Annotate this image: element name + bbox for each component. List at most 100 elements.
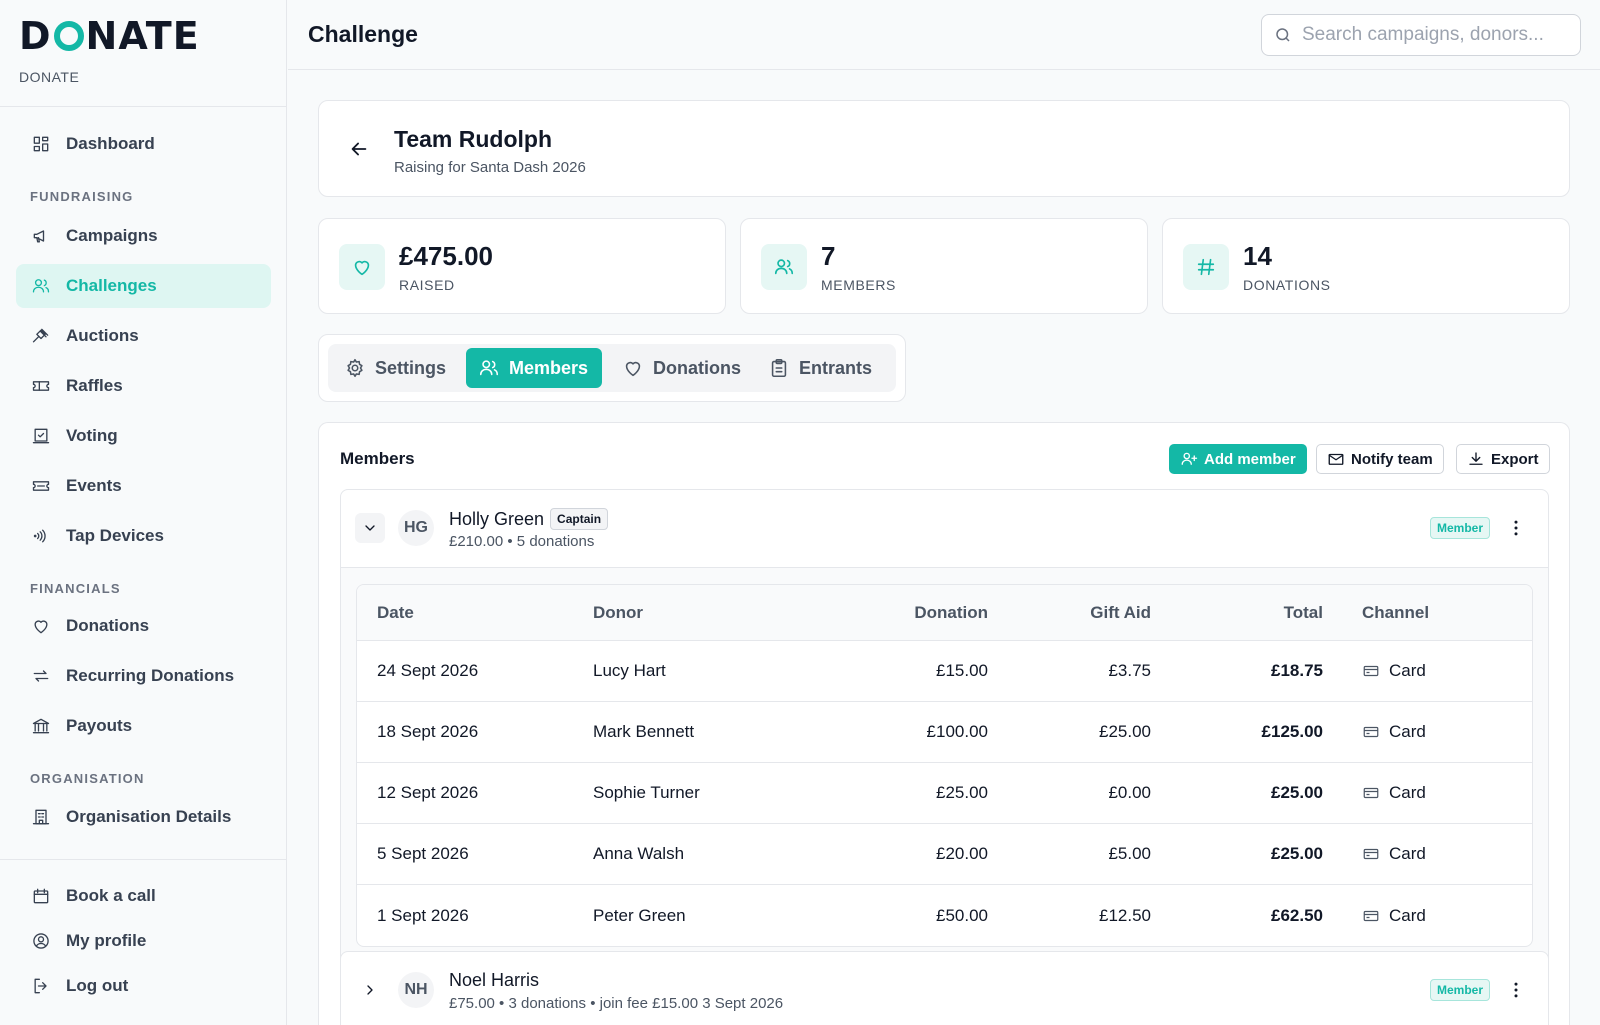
column-header[interactable]: Donor <box>593 585 843 641</box>
sidebar-item-donations[interactable]: Donations <box>16 604 271 648</box>
more-menu-button[interactable] <box>1506 978 1526 1002</box>
sidebar-divider <box>0 859 287 860</box>
member-name-line: Noel Harris <box>449 970 539 991</box>
channel: Card <box>1362 722 1532 742</box>
channel-label: Card <box>1389 905 1426 925</box>
table-cell: Mark Bennett <box>593 702 843 763</box>
column-header[interactable]: Gift Aid <box>988 585 1151 641</box>
table-cell: 1 Sept 2026 <box>377 905 469 925</box>
notify-team-button[interactable]: Notify team <box>1316 444 1444 474</box>
expand-button[interactable] <box>355 975 385 1005</box>
table-cell: 18 Sept 2026 <box>357 702 593 763</box>
stat-label: DONATIONS <box>1243 277 1331 293</box>
section-organisation: ORGANISATION <box>30 771 145 786</box>
sidebar-item-payouts[interactable]: Payouts <box>16 704 271 748</box>
sidebar-item-my-profile[interactable]: My profile <box>16 919 271 963</box>
sidebar-item-tap-devices[interactable]: Tap Devices <box>16 514 271 558</box>
table-cell: Card <box>1323 824 1532 885</box>
member-name-line: Holly Green Captain <box>449 508 609 530</box>
table-cell: £15.00 <box>843 641 988 702</box>
brand-subtitle: DONATE <box>19 69 80 85</box>
building-icon <box>30 806 52 828</box>
table-cell: £62.50 <box>1271 905 1323 925</box>
sidebar-item-dashboard[interactable]: Dashboard <box>16 122 271 166</box>
tab-label: Members <box>509 357 589 378</box>
more-menu-button[interactable] <box>1506 516 1526 540</box>
sidebar-item-book-a-call[interactable]: Book a call <box>16 874 271 918</box>
sidebar-item-label: Challenges <box>66 276 157 295</box>
heart-icon <box>625 361 641 377</box>
stat-value: £475.00 <box>399 241 493 271</box>
members-title: Members <box>340 449 415 468</box>
table-cell: Card <box>1323 702 1532 763</box>
sidebar-item-organisation-details[interactable]: Organisation Details <box>16 795 271 839</box>
export-label: Export <box>1491 450 1539 468</box>
sidebar-item-label: Auctions <box>66 326 139 345</box>
add-member-button[interactable]: Add member <box>1169 444 1307 474</box>
table-row[interactable]: 1 Sept 2026 Peter Green £50.00 £12.50 £62.50… <box>357 885 1532 946</box>
collapse-button[interactable] <box>355 513 385 543</box>
contactless-icon <box>30 525 52 547</box>
search-box[interactable] <box>1261 14 1581 56</box>
table-cell: £125.00 <box>1151 702 1323 763</box>
sidebar-item-label: Payouts <box>66 716 133 735</box>
sidebar-item-auctions[interactable]: Auctions <box>16 314 271 358</box>
table-cell: Peter Green <box>593 905 686 925</box>
table-cell: £12.50 <box>1099 905 1151 925</box>
column-header[interactable]: Total <box>1151 585 1323 641</box>
stat-label: MEMBERS <box>821 277 896 293</box>
table-cell: £100.00 <box>843 702 988 763</box>
sidebar-item-label: Campaigns <box>66 226 158 245</box>
calendar-icon <box>30 885 52 907</box>
column-header[interactable]: Date <box>357 585 593 641</box>
tab-donations[interactable]: Donations <box>610 348 755 388</box>
bank-icon <box>30 715 52 737</box>
sidebar-item-campaigns[interactable]: Campaigns <box>16 214 271 258</box>
member-row[interactable]: HG Holly Green Captain £210.00 • 5 donat… <box>341 490 1548 567</box>
sidebar-item-voting[interactable]: Voting <box>16 414 271 458</box>
sidebar-item-raffles[interactable]: Raffles <box>16 364 271 408</box>
sidebar-item-label: Tap Devices <box>66 526 164 545</box>
tabs-bar: Settings Members Donations Entrants <box>318 334 906 402</box>
sidebar-item-challenges[interactable]: Challenges <box>16 264 271 308</box>
mail-icon <box>1328 453 1344 465</box>
sidebar-item-label: Raffles <box>66 376 123 395</box>
sidebar: D NATE DONATE Dashboard FUNDRAISING Campa… <box>0 0 287 1025</box>
member-row[interactable]: NH Noel Harris £75.00 • 3 donations • jo… <box>341 952 1548 1025</box>
column-header[interactable]: Channel <box>1323 585 1532 641</box>
member-summary: £210.00 • 5 donations <box>449 533 595 550</box>
table-row[interactable]: 5 Sept 2026 Anna Walsh £20.00 £5.00 £25.00 Ca… <box>357 824 1532 885</box>
table-cell: £25.00 <box>988 702 1151 763</box>
table-cell: 24 Sept 2026 <box>357 641 593 702</box>
tab-members[interactable]: Members <box>466 348 603 388</box>
table-row[interactable]: 12 Sept 2026 Sophie Turner £25.00 £0.00 £25.… <box>357 763 1532 824</box>
stat-label: RAISED <box>399 277 455 293</box>
tab-settings[interactable]: Settings <box>332 348 460 388</box>
channel-label: Card <box>1389 844 1426 863</box>
donations-table: Date Donor Donation Gift Aid Total Chann… <box>356 584 1533 947</box>
export-button[interactable]: Export <box>1456 444 1550 474</box>
table-row[interactable]: 18 Sept 2026 Mark Bennett £100.00 £25.00 £12… <box>357 702 1532 763</box>
tab-label: Entrants <box>799 357 873 378</box>
table-row[interactable]: 24 Sept 2026 Lucy Hart £15.00 £3.75 £18.75 Ca… <box>357 641 1532 702</box>
back-button[interactable] <box>345 135 373 163</box>
tab-entrants[interactable]: Entrants <box>756 348 886 388</box>
section-fundraising: FUNDRAISING <box>30 189 134 204</box>
sidebar-item-recurring-donations[interactable]: Recurring Donations <box>16 654 271 698</box>
channel: Card <box>1362 661 1532 681</box>
stat-members: 7 MEMBERS <box>740 218 1148 314</box>
logo[interactable]: D NATE <box>19 16 266 56</box>
ticket-icon <box>30 475 52 497</box>
sidebar-item-log-out[interactable]: Log out <box>16 964 271 1008</box>
table-cell: Card <box>1323 885 1532 946</box>
sidebar-item-events[interactable]: Events <box>16 464 271 508</box>
column-header[interactable]: Donation <box>843 585 988 641</box>
brand: D NATE DONATE <box>0 0 286 107</box>
sidebar-item-label: Donations <box>66 616 150 635</box>
stat-donations: 14 DONATIONS <box>1162 218 1570 314</box>
table-cell: Anna Walsh <box>593 824 843 885</box>
table-cell: £5.00 <box>988 824 1151 885</box>
heart-icon <box>30 615 52 637</box>
members-panel: Members Add member Notify team Export HG… <box>318 422 1570 1025</box>
search-input[interactable] <box>1302 24 1567 46</box>
